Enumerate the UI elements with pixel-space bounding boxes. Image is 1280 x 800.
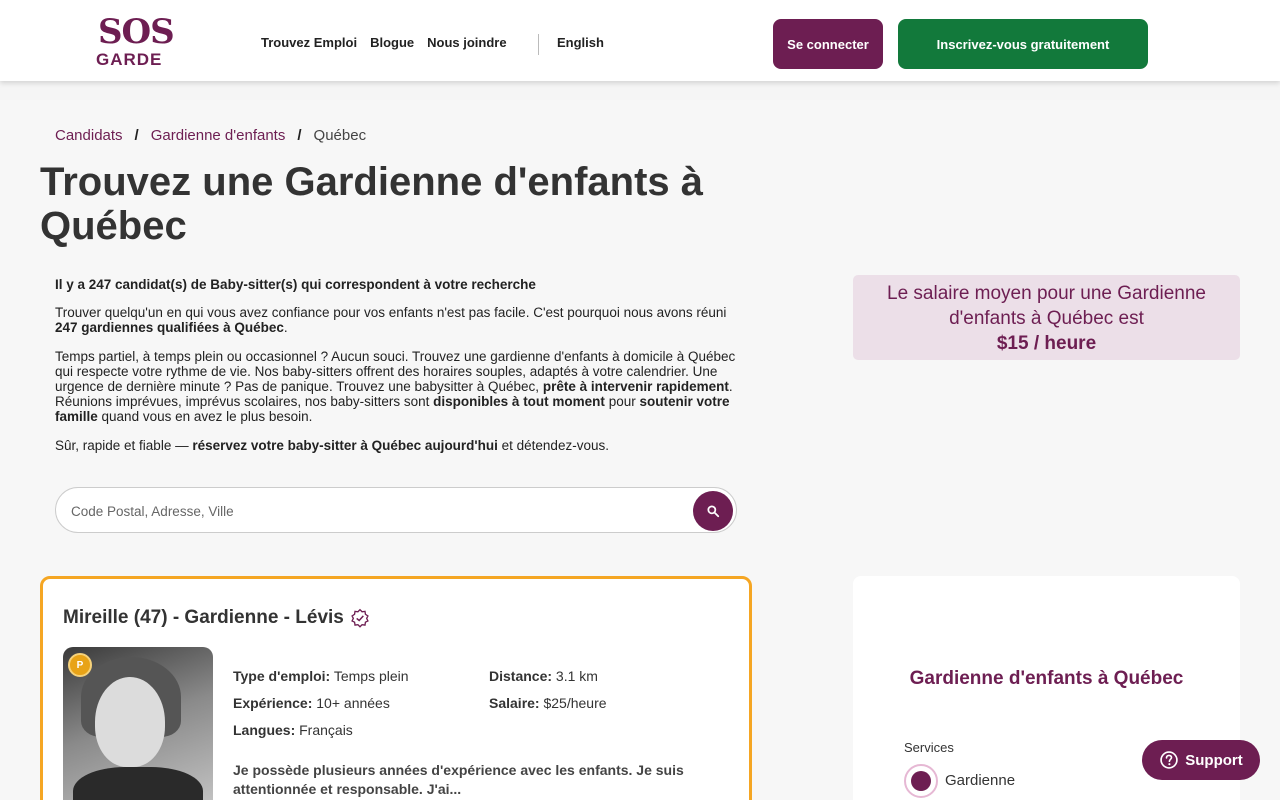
breadcrumb-separator: / bbox=[297, 127, 302, 144]
services-label: Services bbox=[904, 740, 954, 755]
location-search bbox=[55, 487, 737, 533]
salary-text: Le salaire moyen pour une Gardienne d'en… bbox=[887, 283, 1206, 329]
salary-amount: $15 / heure bbox=[996, 333, 1097, 354]
site-header: SOS GARDE Trouvez Emploi Blogue Nous joi… bbox=[0, 0, 1280, 81]
candidate-title[interactable]: Mireille (47) - Gardienne - Lévis bbox=[63, 607, 370, 629]
results-count: Il y a 247 candidat(s) de Baby-sitter(s)… bbox=[55, 277, 536, 292]
candidate-description: Je possède plusieurs années d'expérience… bbox=[233, 762, 684, 797]
logo-text-bottom: GARDE bbox=[96, 50, 163, 69]
nav-blog[interactable]: Blogue bbox=[370, 35, 414, 50]
page-title: Trouvez une Gardienne d'enfants à Québec bbox=[40, 160, 703, 248]
signup-button[interactable]: Inscrivez-vous gratuitement bbox=[898, 19, 1148, 69]
main-nav: Trouvez Emploi Blogue Nous joindre bbox=[261, 35, 507, 50]
candidate-salary: Salaire: $25/heure bbox=[489, 695, 607, 711]
service-option-label[interactable]: Gardienne bbox=[945, 772, 1015, 789]
logo-text-top: SOS bbox=[98, 12, 175, 52]
premium-badge-icon: P bbox=[68, 653, 92, 677]
breadcrumb-separator: / bbox=[134, 127, 139, 144]
intro-paragraph-3: Sûr, rapide et fiable — réservez votre b… bbox=[55, 438, 609, 453]
average-salary-box: Le salaire moyen pour une Gardienne d'en… bbox=[853, 275, 1240, 360]
job-type: Type d'emploi: Temps plein bbox=[233, 668, 409, 684]
search-icon bbox=[707, 505, 720, 518]
nav-find-job[interactable]: Trouvez Emploi bbox=[261, 35, 357, 50]
sos-garde-logo[interactable]: SOS GARDE bbox=[96, 12, 175, 70]
help-icon bbox=[1160, 751, 1178, 769]
verified-icon bbox=[351, 608, 369, 628]
nav-contact[interactable]: Nous joindre bbox=[427, 35, 506, 50]
support-button[interactable]: Support bbox=[1142, 740, 1260, 780]
intro-text: Il y a 247 candidat(s) de Baby-sitter(s)… bbox=[55, 277, 745, 467]
languages: Langues: Français bbox=[233, 722, 353, 738]
location-search-input[interactable] bbox=[71, 500, 671, 522]
distance: Distance: 3.1 km bbox=[489, 668, 598, 684]
login-button[interactable]: Se connecter bbox=[773, 19, 883, 69]
service-radio-babysitter[interactable] bbox=[904, 764, 938, 798]
breadcrumb-current: Québec bbox=[313, 127, 367, 144]
breadcrumb-candidates[interactable]: Candidats bbox=[55, 127, 123, 144]
intro-paragraph-2: Temps partiel, à temps plein ou occasion… bbox=[55, 349, 736, 424]
breadcrumb: Candidats / Gardienne d'enfants / Québec bbox=[55, 127, 366, 144]
intro-paragraph-1: Trouver quelqu'un en qui vous avez confi… bbox=[55, 305, 727, 335]
breadcrumb-babysitter[interactable]: Gardienne d'enfants bbox=[151, 127, 286, 144]
nav-divider bbox=[538, 34, 539, 55]
candidate-card[interactable]: Mireille (47) - Gardienne - Lévis P Type… bbox=[40, 576, 752, 800]
experience: Expérience: 10+ années bbox=[233, 695, 390, 711]
language-switch[interactable]: English bbox=[557, 35, 604, 50]
support-label: Support bbox=[1185, 751, 1243, 769]
search-button[interactable] bbox=[693, 491, 733, 531]
candidate-name: Mireille (47) - Gardienne - Lévis bbox=[63, 607, 344, 628]
filter-panel-title: Gardienne d'enfants à Québec bbox=[909, 668, 1184, 689]
